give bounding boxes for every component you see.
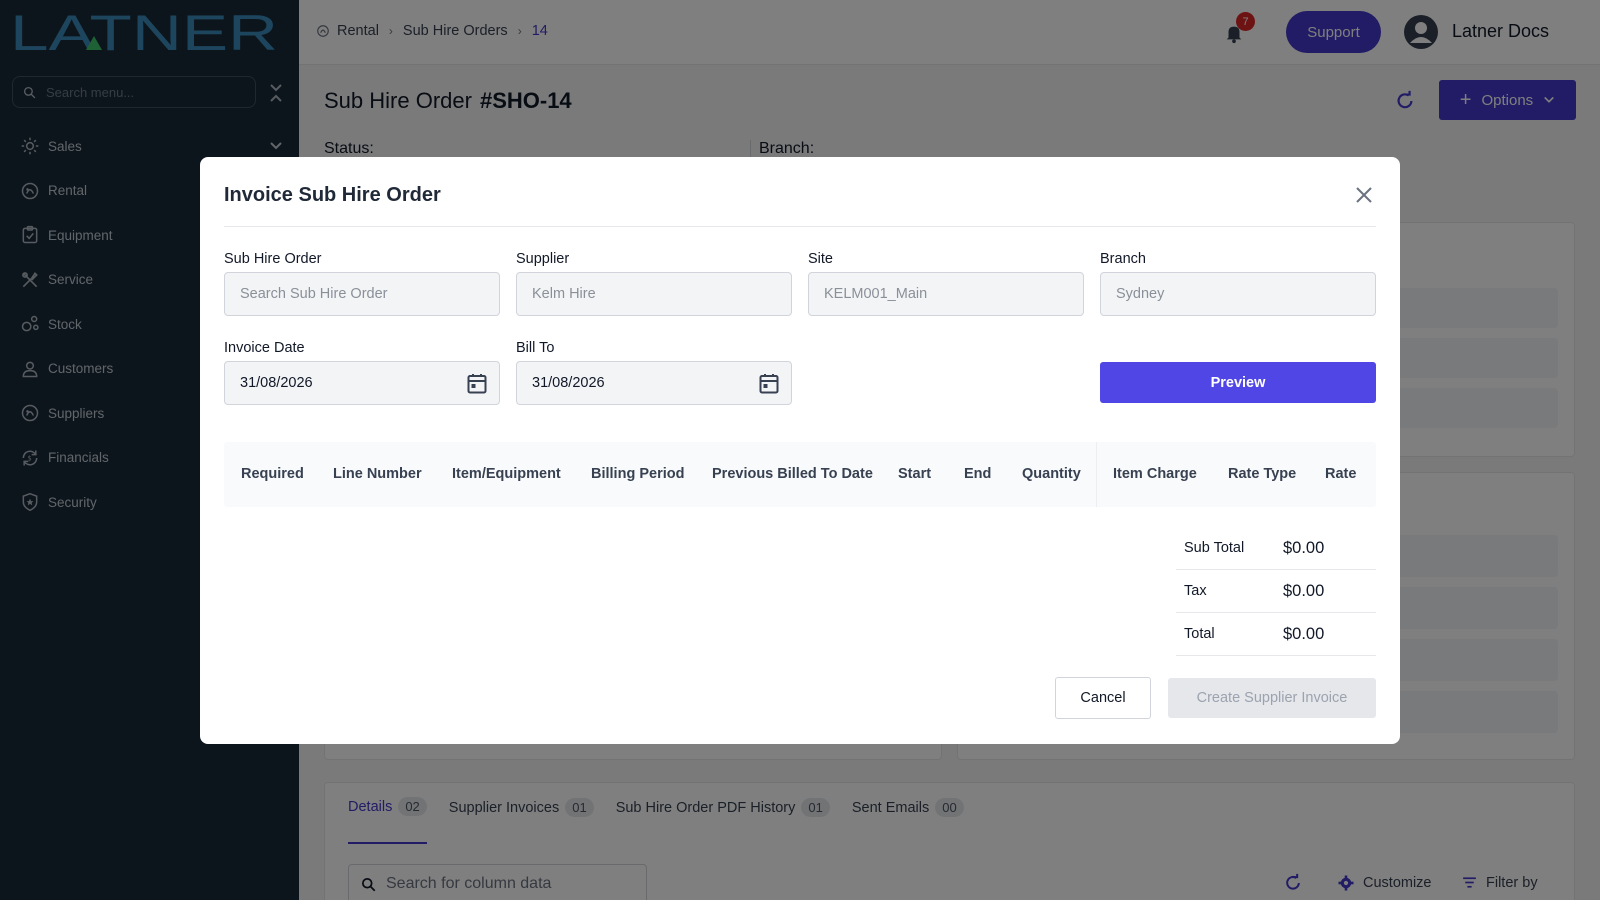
invoice-table-header: Required Line Number Item/Equipment Bill… <box>224 442 1376 507</box>
cancel-button[interactable]: Cancel <box>1055 677 1151 719</box>
column-header[interactable]: Rate <box>1325 466 1356 482</box>
bill-to-label: Bill To <box>516 340 555 356</box>
invoice-date-input[interactable] <box>240 375 460 391</box>
supplier-label: Supplier <box>516 251 570 267</box>
totals-summary: Sub Total $0.00 Tax $0.00 Total $0.00 <box>1176 527 1376 656</box>
supplier-input <box>532 286 752 302</box>
branch-input <box>1116 286 1336 302</box>
tax-row: Tax $0.00 <box>1176 570 1376 613</box>
site-label: Site <box>808 251 833 267</box>
branch-field <box>1100 272 1376 316</box>
sub-hire-order-input[interactable] <box>240 286 460 302</box>
site-input <box>824 286 1044 302</box>
column-header[interactable]: Rate Type <box>1228 466 1296 482</box>
close-icon[interactable] <box>1355 186 1373 204</box>
column-header[interactable]: End <box>964 466 991 482</box>
column-header[interactable]: Item/Equipment <box>452 466 561 482</box>
supplier-field <box>516 272 792 316</box>
column-header[interactable]: Quantity <box>1022 466 1081 482</box>
total-label: Total <box>1184 626 1215 642</box>
invoice-date-label: Invoice Date <box>224 340 305 356</box>
column-header[interactable]: Billing Period <box>591 466 684 482</box>
column-header[interactable]: Previous Billed To Date <box>712 466 873 482</box>
site-field <box>808 272 1084 316</box>
column-header[interactable]: Line Number <box>333 466 422 482</box>
tax-value: $0.00 <box>1283 581 1325 600</box>
bill-to-field[interactable] <box>516 361 792 405</box>
calendar-icon[interactable] <box>759 373 779 394</box>
column-header[interactable]: Start <box>898 466 931 482</box>
branch-field-label: Branch <box>1100 251 1146 267</box>
sub-hire-order-field[interactable] <box>224 272 500 316</box>
column-header[interactable]: Required <box>241 466 304 482</box>
bill-to-input[interactable] <box>532 375 752 391</box>
total-row: Total $0.00 <box>1176 613 1376 656</box>
preview-button[interactable]: Preview <box>1100 362 1376 403</box>
subtotal-value: $0.00 <box>1283 538 1325 557</box>
total-value: $0.00 <box>1283 624 1325 643</box>
tax-label: Tax <box>1184 583 1207 599</box>
invoice-date-field[interactable] <box>224 361 500 405</box>
calendar-icon[interactable] <box>467 373 487 394</box>
sub-hire-order-label: Sub Hire Order <box>224 251 322 267</box>
modal-divider <box>224 226 1376 227</box>
column-header[interactable]: Item Charge <box>1113 466 1197 482</box>
invoice-modal: Invoice Sub Hire Order Sub Hire Order Su… <box>200 157 1400 744</box>
create-supplier-invoice-button[interactable]: Create Supplier Invoice <box>1168 678 1376 718</box>
subtotal-row: Sub Total $0.00 <box>1176 527 1376 570</box>
subtotal-label: Sub Total <box>1184 540 1245 556</box>
column-divider <box>1096 442 1097 507</box>
modal-title: Invoice Sub Hire Order <box>224 184 441 206</box>
